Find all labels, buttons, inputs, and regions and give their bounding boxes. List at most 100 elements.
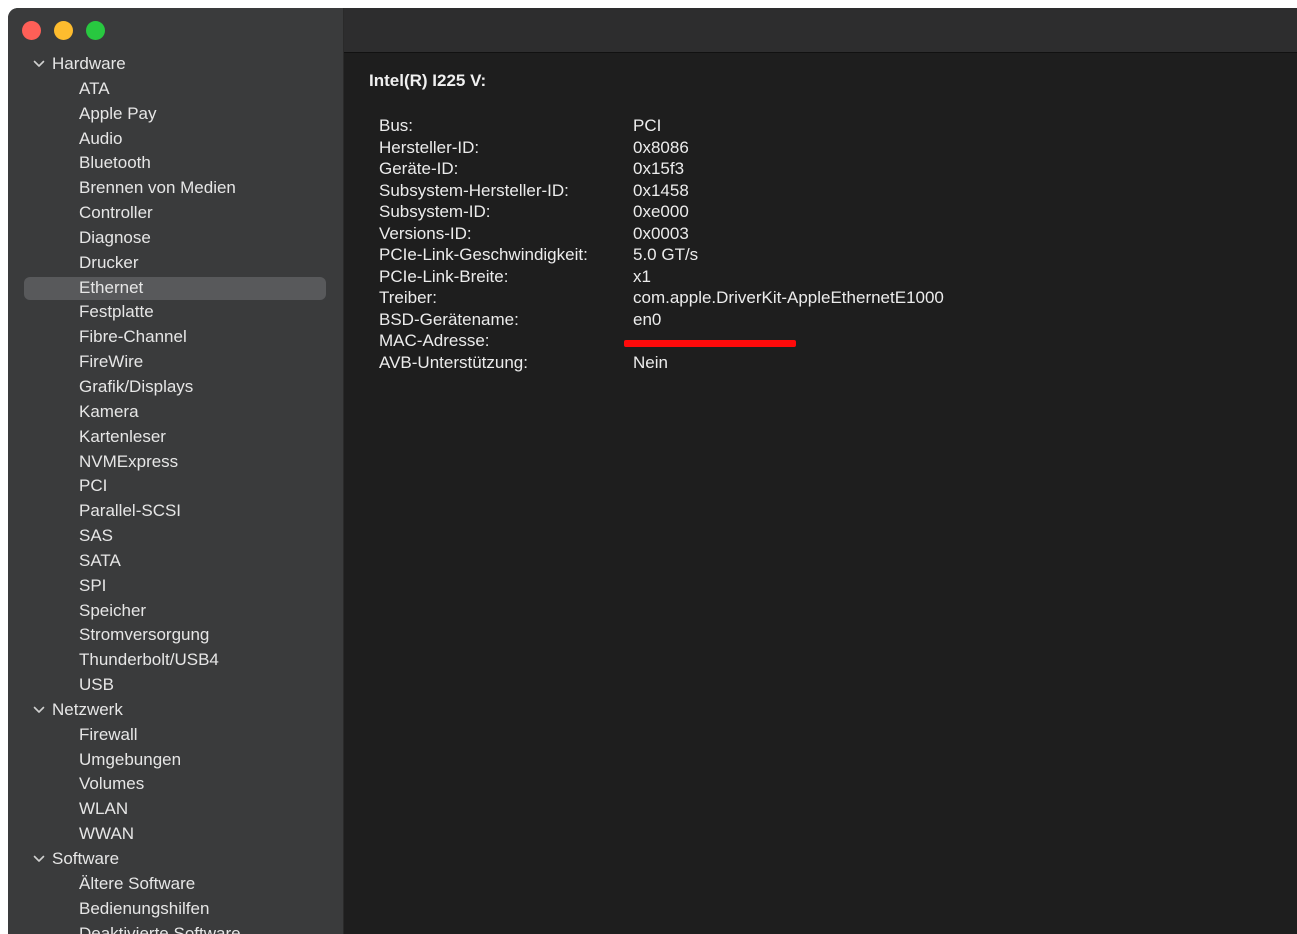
sidebar-group-software[interactable]: Software (8, 847, 343, 872)
sidebar-item-volumes[interactable]: Volumes (8, 772, 343, 797)
sidebar-group-hardware[interactable]: Hardware (8, 52, 343, 77)
sidebar-item-label: Grafik/Displays (79, 376, 194, 396)
property-value: 0xe000 (633, 202, 689, 221)
sidebar-item-ethernet[interactable]: Ethernet (8, 276, 343, 301)
sidebar-group-label: Netzwerk (52, 699, 123, 719)
property-key: Versions-ID: (379, 223, 472, 243)
sidebar-item-spi[interactable]: SPI (8, 574, 343, 599)
sidebar-item-pci[interactable]: PCI (8, 474, 343, 499)
sidebar-item-speicher[interactable]: Speicher (8, 599, 343, 624)
sidebar-item-label: Kamera (79, 401, 139, 421)
property-key: PCIe-Link-Geschwindigkeit: (379, 245, 588, 264)
sidebar-item-label: Volumes (79, 774, 145, 794)
property-key: BSD-Gerätename: (379, 309, 519, 329)
chevron-down-icon[interactable] (32, 847, 46, 871)
property-row: MAC-Adresse: (379, 330, 944, 352)
property-row: Bus: PCI (379, 115, 944, 137)
sidebar-item-bluetooth[interactable]: Bluetooth (8, 151, 343, 176)
property-value: 0x8086 (633, 137, 689, 157)
sidebar-item-apple-pay[interactable]: Apple Pay (8, 102, 343, 127)
sidebar-item-label: Ältere Software (79, 873, 196, 893)
property-value: en0 (633, 309, 662, 329)
sidebar-item-label: Umgebungen (79, 749, 182, 769)
sidebar-item-wwan[interactable]: WWAN (8, 822, 343, 847)
sidebar-item-label: Audio (79, 128, 123, 148)
sidebar-group-label: Software (52, 849, 120, 868)
sidebar-item-firewire[interactable]: FireWire (8, 350, 343, 375)
sidebar-item-label: Parallel-SCSI (79, 501, 182, 521)
property-key: PCIe-Link-Breite: (379, 266, 509, 286)
sidebar-item-label: Firewall (79, 724, 138, 744)
maximize-window-button[interactable] (86, 21, 105, 40)
property-row: Hersteller-ID: 0x8086 (379, 137, 944, 159)
sidebar-item-wlan[interactable]: WLAN (8, 797, 343, 822)
property-value: 0x15f3 (633, 159, 685, 178)
sidebar-item-deaktivierte-software[interactable]: Deaktivierte Software (8, 922, 343, 934)
property-row: Versions-ID: 0x0003 (379, 223, 944, 245)
sidebar-item-label: WLAN (79, 799, 129, 819)
sidebar-item-label: Thunderbolt/USB4 (79, 650, 219, 670)
sidebar-item-ältere-software[interactable]: Ältere Software (8, 872, 343, 897)
property-row: Geräte-ID: 0x15f3 (379, 158, 944, 180)
sidebar-item-festplatte[interactable]: Festplatte (8, 300, 343, 325)
sidebar-item-label: Diagnose (79, 227, 151, 247)
sidebar-item-kamera[interactable]: Kamera (8, 400, 343, 425)
property-row: PCIe-Link-Breite: x1 (379, 266, 944, 288)
sidebar-item-parallel-scsi[interactable]: Parallel-SCSI (8, 499, 343, 524)
close-window-button[interactable] (22, 21, 41, 40)
sidebar-item-label: SATA (79, 550, 121, 570)
property-key: Hersteller-ID: (379, 137, 480, 157)
sidebar-item-kartenleser[interactable]: Kartenleser (8, 425, 343, 450)
sidebar-item-label: ATA (79, 78, 110, 98)
sidebar-item-umgebungen[interactable]: Umgebungen (8, 748, 343, 773)
property-value: com.apple.DriverKit-AppleEthernetE1000 (633, 288, 944, 307)
sidebar-item-sata[interactable]: SATA (8, 549, 343, 574)
detail-pane: Intel(R) I225 V: Bus: PCI Hersteller-ID: 0x… (344, 53, 1297, 934)
property-value: 0x1458 (633, 180, 689, 200)
sidebar-item-firewall[interactable]: Firewall (8, 723, 343, 748)
property-key: MAC-Adresse: (379, 331, 490, 350)
sidebar-item-bedienungshilfen[interactable]: Bedienungshilfen (8, 897, 343, 922)
property-row: PCIe-Link-Geschwindigkeit: 5.0 GT/s (379, 244, 944, 266)
sidebar-group-netzwerk[interactable]: Netzwerk (8, 698, 343, 723)
sidebar-item-controller[interactable]: Controller (8, 201, 343, 226)
property-key: Treiber: (379, 288, 437, 307)
sidebar-item-label: Drucker (79, 252, 139, 272)
property-row: Subsystem-ID: 0xe000 (379, 201, 944, 223)
sidebar-item-ata[interactable]: ATA (8, 77, 343, 102)
chevron-down-icon[interactable] (32, 698, 46, 722)
sidebar-item-label: Fibre-Channel (79, 327, 187, 347)
property-key: AVB-Unterstützung: (379, 352, 528, 372)
property-key: Bus: (379, 116, 414, 135)
property-list: Bus: PCI Hersteller-ID: 0x8086 Geräte-ID: 0x1… (379, 115, 944, 373)
sidebar-item-diagnose[interactable]: Diagnose (8, 226, 343, 251)
sidebar-item-nvmexpress[interactable]: NVMExpress (8, 450, 343, 475)
sidebar-item-brennen-von-medien[interactable]: Brennen von Medien (8, 176, 343, 201)
property-key: Subsystem-Hersteller-ID: (379, 180, 569, 200)
chevron-down-icon[interactable] (32, 52, 46, 76)
sidebar-item-grafik-displays[interactable]: Grafik/Displays (8, 375, 343, 400)
property-row: AVB-Unterstützung: Nein (379, 352, 944, 374)
sidebar-item-stromversorgung[interactable]: Stromversorgung (8, 623, 343, 648)
sidebar-item-fibre-channel[interactable]: Fibre-Channel (8, 325, 343, 350)
sidebar-item-label: PCI (79, 476, 108, 496)
property-value: Nein (633, 352, 668, 372)
sidebar-item-label: Ethernet (79, 277, 144, 297)
window-controls (22, 21, 105, 40)
sidebar-item-usb[interactable]: USB (8, 673, 343, 698)
sidebar-item-label: Speicher (79, 600, 147, 620)
sidebar-item-audio[interactable]: Audio (8, 127, 343, 152)
sidebar-item-label: Kartenleser (79, 426, 166, 446)
property-row: BSD-Gerätename: en0 (379, 309, 944, 331)
sidebar: Hardware ATA Apple Pay Audio Bluetooth Brenne… (8, 8, 344, 934)
sidebar-item-label: WWAN (79, 824, 135, 844)
sidebar-item-label: Deaktivierte Software (79, 923, 241, 934)
sidebar-item-sas[interactable]: SAS (8, 524, 343, 549)
sidebar-item-drucker[interactable]: Drucker (8, 251, 343, 276)
sidebar-item-label: Apple Pay (79, 103, 157, 123)
sidebar-tree: Hardware ATA Apple Pay Audio Bluetooth Brenne… (8, 52, 343, 934)
minimize-window-button[interactable] (54, 21, 73, 40)
sidebar-item-thunderbolt-usb4[interactable]: Thunderbolt/USB4 (8, 648, 343, 673)
sidebar-item-label: FireWire (79, 352, 144, 372)
sidebar-item-label: Bedienungshilfen (79, 898, 210, 918)
